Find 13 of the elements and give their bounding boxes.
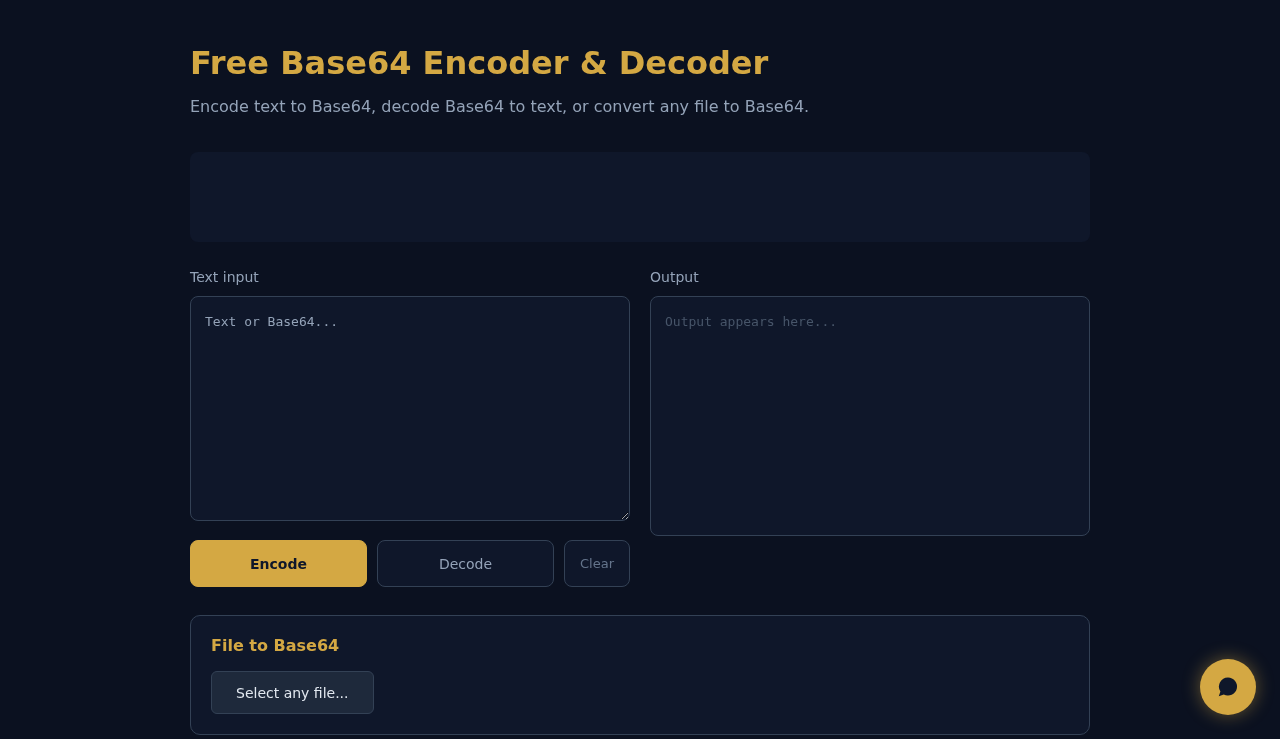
chat-bubble-icon: [1217, 676, 1239, 698]
text-input-field[interactable]: Text or Base64...: [190, 296, 630, 521]
encode-button[interactable]: Encode: [190, 540, 367, 587]
select-file-button[interactable]: Select any file...: [211, 671, 374, 714]
file-panel-title: File to Base64: [211, 636, 340, 656]
decode-button[interactable]: Decode: [377, 540, 554, 587]
input-label: Text input: [190, 268, 260, 287]
output-label: Output: [650, 268, 700, 287]
clear-button[interactable]: Clear: [564, 540, 630, 587]
page-subtitle: Encode text to Base64, decode Base64 to text, or convert any file to Base64.: [190, 96, 811, 118]
output-field[interactable]: Output appears here...: [650, 296, 1090, 536]
chat-button[interactable]: [1200, 659, 1256, 715]
page-title: Free Base64 Encoder & Decoder: [190, 44, 770, 82]
